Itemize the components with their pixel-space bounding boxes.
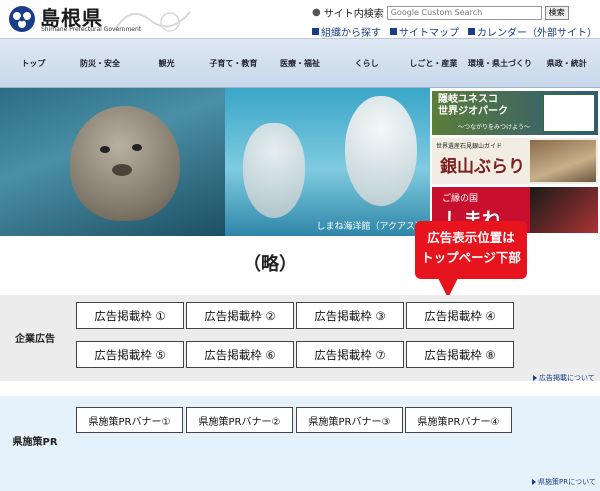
hero-banner: しまね海洋館（アクアス） 隠岐ユネスコ 世界ジオパーク 〜つながりをみつけよう〜… bbox=[0, 88, 600, 236]
policy-pr-section: 県施策PR 県施策PRバナー① 県施策PRバナー② 県施策PRバナー③ 県施策P… bbox=[0, 396, 600, 491]
search-label: サイト内検索 bbox=[323, 9, 384, 20]
pr-banner-2[interactable]: 県施策PRバナー② bbox=[186, 407, 293, 433]
side-banners: 隠岐ユネスコ 世界ジオパーク 〜つながりをみつけよう〜 世界遺産石見銀山ガイド … bbox=[430, 88, 600, 236]
corporate-ads-section: 企業広告 広告掲載枠 ① 広告掲載枠 ② 広告掲載枠 ③ 広告掲載枠 ④ 広告掲… bbox=[0, 295, 600, 381]
ad-slot-5[interactable]: 広告掲載枠 ⑤ bbox=[76, 341, 184, 368]
site-search: ● サイト内検索 Google Custom Search 検索 bbox=[312, 5, 569, 20]
ginzan-main: 銀山ぶらり bbox=[440, 157, 525, 177]
link-organization[interactable]: 組織から探す bbox=[312, 24, 381, 39]
search-bullet-icon: ● bbox=[312, 7, 321, 18]
nav-disaster-safety[interactable]: 防災・安全 bbox=[67, 39, 134, 87]
main-nav: トップ 防災・安全 観光 子育て・教育 医療・福祉 くらし しごと・産業 環境・… bbox=[0, 38, 600, 88]
nav-environment[interactable]: 環境・県土づくり bbox=[467, 39, 534, 87]
pr-info-link[interactable]: 県施策PRについて bbox=[532, 477, 596, 487]
square-bullet-icon bbox=[312, 28, 319, 35]
nav-work-industry[interactable]: しごと・産業 bbox=[400, 39, 467, 87]
link-calendar[interactable]: カレンダー（外部サイト） bbox=[468, 24, 597, 39]
nav-tourism[interactable]: 観光 bbox=[133, 39, 200, 87]
seal-photo[interactable] bbox=[0, 88, 225, 236]
nav-childcare-education[interactable]: 子育て・教育 bbox=[200, 39, 267, 87]
square-bullet-icon bbox=[390, 28, 397, 35]
arrow-right-icon bbox=[533, 375, 537, 381]
geopark-title: 隠岐ユネスコ 世界ジオパーク bbox=[438, 94, 508, 117]
nav-living[interactable]: くらし bbox=[333, 39, 400, 87]
search-button[interactable]: 検索 bbox=[544, 5, 569, 20]
ginzan-photo bbox=[530, 140, 596, 182]
ad-slot-3[interactable]: 広告掲載枠 ③ bbox=[296, 302, 404, 329]
pr-banner-1[interactable]: 県施策PRバナー① bbox=[76, 407, 183, 433]
callout-line1: 広告表示位置は bbox=[427, 230, 515, 245]
ad-info-link[interactable]: 広告掲載について bbox=[533, 373, 595, 383]
nav-medical-welfare[interactable]: 医療・福祉 bbox=[267, 39, 334, 87]
corporate-ads-label: 企業広告 bbox=[15, 334, 55, 345]
policy-pr-label: 県施策PR bbox=[12, 437, 58, 448]
ad-slot-1[interactable]: 広告掲載枠 ① bbox=[76, 302, 184, 329]
decorative-pattern-icon bbox=[114, 11, 191, 32]
nav-government-statistics[interactable]: 県政・統計 bbox=[533, 39, 600, 87]
ginzan-top: 世界遺産石見銀山ガイド bbox=[436, 143, 503, 150]
shimane-decoration bbox=[530, 187, 598, 233]
callout-line2: トップページ下部 bbox=[421, 250, 521, 265]
pr-banner-3[interactable]: 県施策PRバナー③ bbox=[296, 407, 403, 433]
ad-slot-7[interactable]: 広告掲載枠 ⑦ bbox=[296, 341, 404, 368]
prefecture-emblem-icon[interactable] bbox=[8, 5, 36, 33]
arrow-right-icon bbox=[532, 479, 536, 485]
search-input[interactable]: Google Custom Search bbox=[386, 5, 542, 20]
hero-caption: しまね海洋館（アクアス） bbox=[316, 222, 424, 232]
site-header: 島根県 Shimane Prefectural Government ● サイト… bbox=[0, 0, 600, 39]
link-sitemap[interactable]: サイトマップ bbox=[390, 24, 459, 39]
ad-slot-2[interactable]: 広告掲載枠 ② bbox=[186, 302, 294, 329]
geopark-logo-icon bbox=[543, 94, 595, 132]
shimane-small: ご縁の国 bbox=[442, 194, 479, 204]
ad-slot-6[interactable]: 広告掲載枠 ⑥ bbox=[186, 341, 294, 368]
beluga-photo[interactable]: しまね海洋館（アクアス） bbox=[225, 88, 430, 236]
banner-oki-geopark[interactable]: 隠岐ユネスコ 世界ジオパーク 〜つながりをみつけよう〜 bbox=[432, 91, 598, 135]
header-links: 組織から探す サイトマップ カレンダー（外部サイト） bbox=[312, 24, 597, 39]
ad-slot-4[interactable]: 広告掲載枠 ④ bbox=[406, 302, 514, 329]
ad-slot-8[interactable]: 広告掲載枠 ⑧ bbox=[406, 341, 514, 368]
nav-top[interactable]: トップ bbox=[0, 39, 67, 87]
geopark-subtitle: 〜つながりをみつけよう〜 bbox=[458, 124, 531, 131]
square-bullet-icon bbox=[468, 28, 475, 35]
pr-banner-4[interactable]: 県施策PRバナー④ bbox=[405, 407, 512, 433]
ad-position-callout: 広告表示位置は トップページ下部 bbox=[415, 221, 527, 279]
banner-ginzan-guide[interactable]: 世界遺産石見銀山ガイド 銀山ぶらり bbox=[432, 138, 598, 184]
